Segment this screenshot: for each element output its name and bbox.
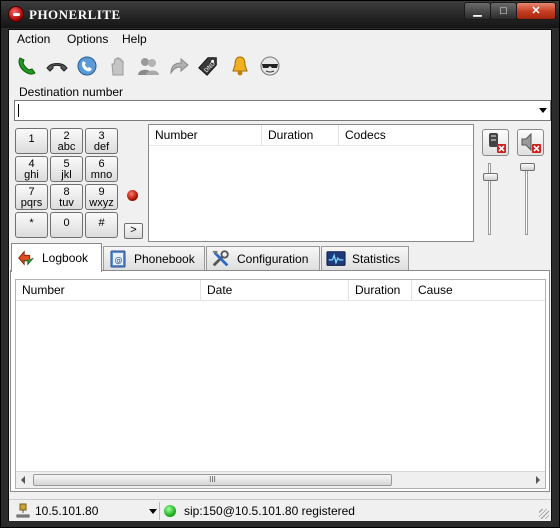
menu-bar: Action Options Help (9, 30, 551, 49)
transfer-icon[interactable] (167, 54, 191, 78)
key-3[interactable]: 3 def (85, 128, 118, 154)
conference-icon[interactable] (136, 54, 160, 78)
column-header-duration[interactable]: Duration (349, 280, 412, 300)
chevron-down-icon[interactable] (539, 108, 547, 113)
local-ip-selector[interactable]: 10.5.101.80 (35, 504, 98, 518)
speaker-volume-slider[interactable] (520, 163, 535, 171)
tab-statistics[interactable]: Statistics (321, 246, 409, 270)
bell-icon[interactable] (228, 54, 252, 78)
horizontal-scrollbar[interactable]: III (16, 471, 545, 488)
tab-logbook-label: Logbook (42, 251, 89, 265)
column-header-cause[interactable]: Cause (412, 280, 545, 300)
key-1[interactable]: 1 (15, 128, 48, 154)
tab-phonebook-label: Phonebook (134, 251, 195, 266)
redial-icon[interactable] (75, 54, 99, 78)
scrollbar-thumb[interactable]: III (33, 474, 392, 486)
speaker-volume-track (525, 163, 528, 235)
tab-configuration-label: Configuration (237, 251, 309, 266)
key-8[interactable]: 8 tuv (50, 184, 83, 210)
logbook-panel: Number Date Duration Cause III (10, 270, 550, 492)
column-header-duration[interactable]: Duration (262, 125, 339, 145)
key-0[interactable]: 0 (50, 212, 83, 238)
speaker-mute-button[interactable] (517, 129, 544, 156)
menu-help[interactable]: Help (122, 32, 147, 46)
tab-phonebook[interactable]: @ Phonebook (103, 246, 205, 270)
app-window: PHONERLITE ▁ □ ✕ Action Options Help DND… (0, 0, 560, 528)
hangup-icon[interactable] (45, 54, 69, 78)
column-header-codecs[interactable]: Codecs (339, 125, 473, 145)
key-7[interactable]: 7 pqrs (15, 184, 48, 210)
minimize-button[interactable]: ▁ (464, 2, 491, 20)
key-9[interactable]: 9 wxyz (85, 184, 118, 210)
key-6[interactable]: 6 mno (85, 156, 118, 182)
text-caret (18, 104, 19, 117)
header-divider (149, 145, 473, 146)
logbook-table[interactable]: Number Date Duration Cause III (15, 279, 546, 489)
title-bar[interactable]: PHONERLITE ▁ □ ✕ (1, 1, 559, 28)
call-icon[interactable] (15, 54, 39, 78)
tab-logbook[interactable]: Logbook (11, 243, 102, 272)
scroll-right-icon[interactable] (536, 476, 540, 484)
destination-label: Destination number (19, 85, 124, 99)
phonebook-icon: @ (108, 250, 128, 268)
tab-statistics-label: Statistics (352, 251, 401, 266)
maximize-button[interactable]: □ (490, 2, 517, 20)
client-area: Action Options Help DND Destination numb… (8, 29, 552, 521)
phonerlite-logo-icon (8, 6, 24, 22)
tab-configuration[interactable]: Configuration (206, 246, 320, 270)
registration-status: sip:150@10.5.101.80 registered (184, 504, 355, 518)
dnd-tag-icon[interactable]: DND (196, 54, 220, 78)
microphone-muted-icon (489, 133, 506, 153)
column-header-date[interactable]: Date (201, 280, 349, 300)
call-status-led (127, 190, 138, 201)
statistics-icon (326, 250, 346, 268)
toolbar: DND (9, 50, 551, 84)
microphone-volume-slider[interactable] (483, 173, 498, 181)
key-4[interactable]: 4 ghi (15, 156, 48, 182)
chevron-down-icon[interactable] (149, 509, 157, 514)
column-header-number[interactable]: Number (149, 125, 262, 145)
menu-options[interactable]: Options (67, 32, 108, 46)
key-5[interactable]: 5 jkl (50, 156, 83, 182)
window-title: PHONERLITE (29, 7, 121, 22)
status-bar: 10.5.101.80 sip:150@10.5.101.80 register… (9, 499, 551, 521)
more-button[interactable]: > (124, 223, 143, 239)
scroll-left-icon[interactable] (21, 476, 25, 484)
destination-number-input[interactable] (14, 100, 551, 121)
configuration-icon (211, 249, 231, 268)
anonymous-icon[interactable] (258, 54, 282, 78)
logbook-icon (16, 249, 36, 267)
active-calls-list[interactable]: Number Duration Codecs (148, 124, 474, 242)
header-divider (16, 300, 545, 301)
tab-bar: Logbook @ Phonebook Configuration Statis… (9, 243, 551, 272)
column-header-number[interactable]: Number (16, 280, 201, 300)
menu-action[interactable]: Action (17, 32, 50, 46)
close-button[interactable]: ✕ (516, 2, 556, 20)
network-icon (16, 503, 30, 518)
hold-icon[interactable] (106, 54, 130, 78)
speaker-muted-icon (521, 132, 541, 153)
registration-led-icon (164, 505, 176, 517)
status-divider (159, 502, 160, 520)
key-2[interactable]: 2 abc (50, 128, 83, 154)
key-star[interactable]: * (15, 212, 48, 238)
svg-text:@: @ (115, 255, 123, 264)
key-hash[interactable]: # (85, 212, 118, 238)
resize-grip-icon[interactable] (539, 509, 549, 519)
microphone-mute-button[interactable] (482, 129, 509, 156)
